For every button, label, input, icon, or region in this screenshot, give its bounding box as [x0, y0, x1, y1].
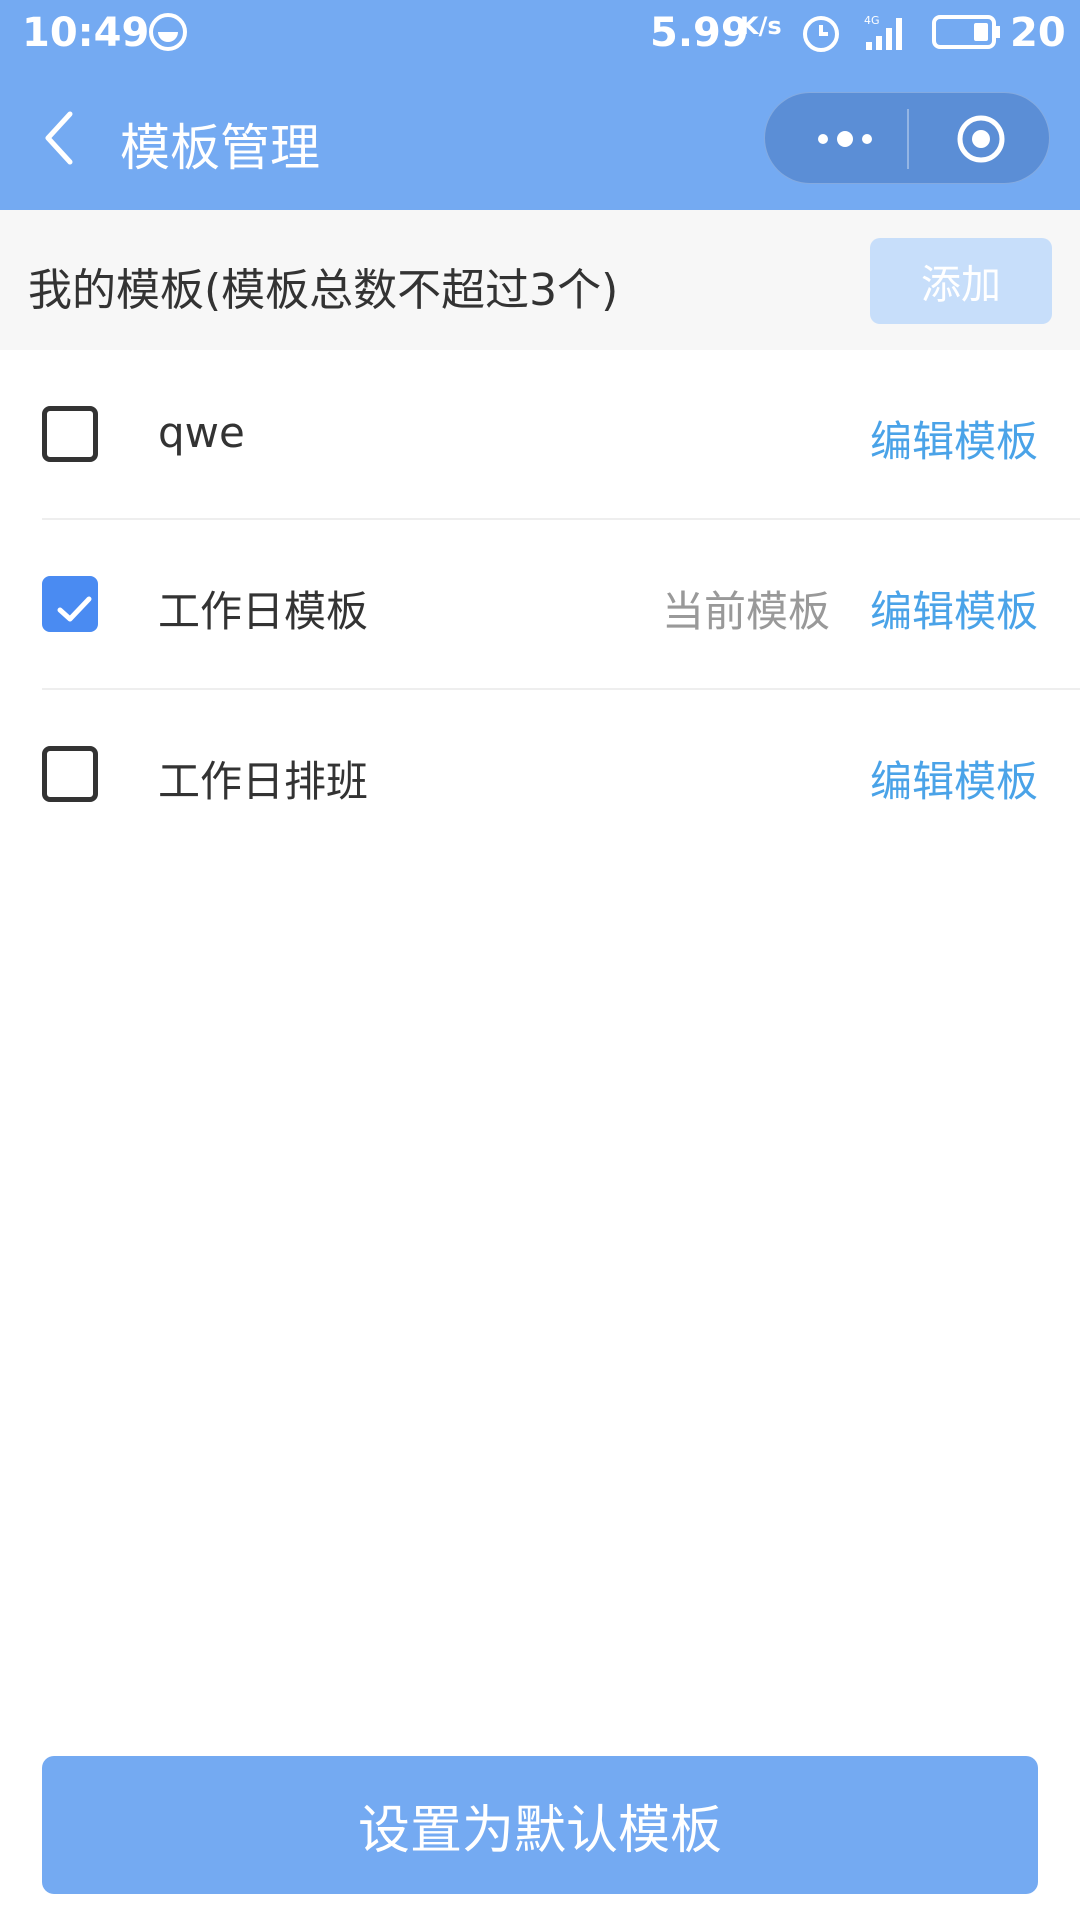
more-dots-icon[interactable]	[805, 113, 885, 165]
mini-program-capsule	[764, 92, 1050, 184]
page-title: 模板管理	[120, 119, 320, 177]
add-template-button[interactable]: 添加	[870, 238, 1052, 324]
set-default-template-button[interactable]: 设置为默认模板	[42, 1756, 1038, 1894]
edit-template-link[interactable]: 编辑模板	[870, 408, 1038, 469]
signal-strength-icon: 4G	[864, 14, 902, 50]
battery-level: 20	[1010, 10, 1066, 56]
template-section-header: 我的模板(模板总数不超过3个) 添加	[0, 210, 1080, 350]
network-speed: 5.99	[650, 10, 749, 56]
chevron-left-icon[interactable]	[36, 108, 86, 168]
status-time: 10:49	[22, 10, 150, 56]
template-checkbox[interactable]	[42, 406, 98, 462]
list-item: qwe 编辑模板	[0, 350, 1080, 520]
header-bar: 10:49 5.99 K/s 4G 20 模板管理	[0, 0, 1080, 210]
section-title: 我的模板(模板总数不超过3个)	[28, 265, 619, 316]
capsule-divider	[907, 109, 909, 169]
network-type: 4G	[864, 14, 880, 27]
edit-template-link[interactable]: 编辑模板	[870, 578, 1038, 639]
template-name: 工作日排班	[158, 757, 369, 806]
template-name: 工作日模板	[158, 587, 369, 636]
status-bar: 10:49 5.99 K/s 4G 20	[0, 0, 1080, 70]
edit-template-link[interactable]: 编辑模板	[870, 748, 1038, 809]
target-circle-icon[interactable]	[955, 113, 1007, 165]
template-name: qwe	[158, 408, 245, 457]
template-checkbox[interactable]	[42, 746, 98, 802]
alarm-clock-icon	[803, 16, 839, 52]
notification-face-icon	[149, 13, 187, 51]
network-speed-unit: K/s	[740, 12, 782, 40]
checkmark-icon	[57, 596, 92, 622]
template-checkbox[interactable]	[42, 576, 98, 632]
list-item: 工作日模板 当前模板 编辑模板	[0, 520, 1080, 690]
battery-icon	[932, 15, 1000, 49]
current-template-label: 当前模板	[662, 587, 831, 636]
list-item: 工作日排班 编辑模板	[0, 690, 1080, 860]
template-list: qwe 编辑模板 工作日模板 当前模板 编辑模板 工作日排班 编辑模板	[0, 350, 1080, 860]
